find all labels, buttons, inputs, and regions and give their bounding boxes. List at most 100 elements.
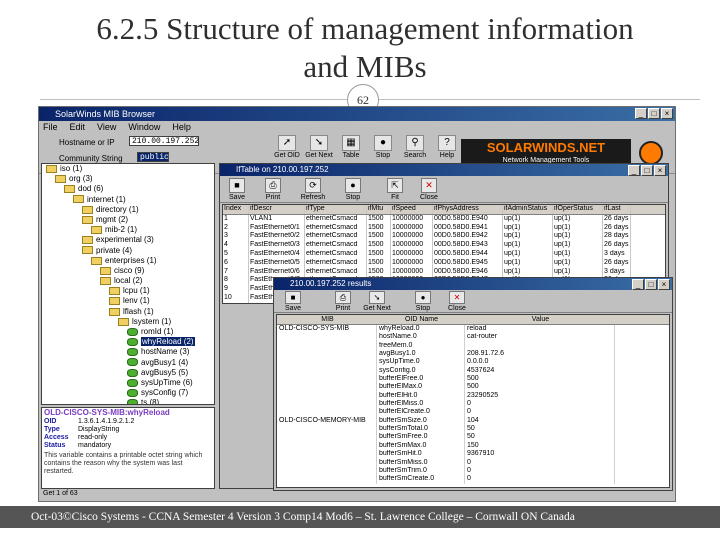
column-header[interactable]: ifDescr xyxy=(249,205,305,214)
results-stop-button[interactable]: ● Stop xyxy=(408,291,438,312)
column-header[interactable]: OID Name xyxy=(377,315,465,324)
get-oid-button[interactable]: ➚ Get OID xyxy=(273,135,301,159)
table-row[interactable]: bufferElMax.0 500 xyxy=(277,383,669,392)
table-cell: 23290525 xyxy=(465,391,615,401)
results-close-tool-button[interactable]: ✕ Close xyxy=(442,291,472,312)
iftable-stop-button[interactable]: ● Stop xyxy=(338,178,368,201)
tree-node[interactable]: lenv (1) xyxy=(42,296,214,306)
tree-node[interactable]: mgmt (2) xyxy=(42,215,214,225)
table-row[interactable]: 1 VLAN1 ethernetCsmacd 1500 10000000 00D0.58D… xyxy=(223,214,665,224)
tree-node[interactable]: sysUpTime (6) xyxy=(42,378,214,388)
column-header[interactable]: MIB xyxy=(277,315,377,324)
tree-node[interactable]: experimental (3) xyxy=(42,235,214,245)
tree-node[interactable]: romId (1) xyxy=(42,327,214,337)
results-close-button[interactable]: × xyxy=(658,279,670,290)
menu-help[interactable]: Help xyxy=(172,121,191,133)
tree-node[interactable]: iso (1) xyxy=(42,164,214,174)
tree-node-label: org (3) xyxy=(69,174,93,184)
table-row[interactable]: freeMem.0 xyxy=(277,341,669,351)
iftable-fit-button[interactable]: ⇱ Fit xyxy=(380,178,410,201)
results-minimize-button[interactable]: _ xyxy=(632,279,644,290)
menu-file[interactable]: File xyxy=(43,121,58,133)
column-header[interactable]: ifType xyxy=(305,205,367,214)
close-button[interactable]: × xyxy=(661,108,673,119)
column-header[interactable]: Value xyxy=(465,315,615,324)
tree-node[interactable]: avgBusy5 (5) xyxy=(42,368,214,378)
search-button[interactable]: ⚲ Search xyxy=(401,135,429,159)
table-row[interactable]: 6 FastEthernet0/5 ethernetCsmacd 1500 100000… xyxy=(223,258,665,268)
table-row[interactable]: bufferSmMiss.0 0 xyxy=(277,458,669,467)
iftable-maximize-button[interactable]: □ xyxy=(641,165,653,176)
table-row[interactable]: 7 FastEthernet0/6 ethernetCsmacd 1500 100000… xyxy=(223,267,665,277)
stop-icon: ● xyxy=(415,291,431,304)
table-button[interactable]: ▦ Table xyxy=(337,135,365,159)
tree-node[interactable]: mib-2 (1) xyxy=(42,225,214,235)
search-icon: ⚲ xyxy=(406,135,424,151)
menu-window[interactable]: Window xyxy=(128,121,160,133)
table-row[interactable]: bufferSmTrim.0 0 xyxy=(277,466,669,476)
minimize-button[interactable]: _ xyxy=(635,108,647,119)
table-row[interactable]: bufferSmTotal.0 50 xyxy=(277,425,669,434)
tree-node[interactable]: enterprises (1) xyxy=(42,256,214,266)
table-row[interactable]: 2 FastEthernet0/1 ethernetCsmacd 1500 100000… xyxy=(223,223,665,233)
table-row[interactable]: bufferSmHit.0 9367910 xyxy=(277,450,669,459)
maximize-button[interactable]: □ xyxy=(648,108,660,119)
table-cell: 3 days xyxy=(603,249,631,259)
table-row[interactable]: avgBusy1.0 208.91.72.6 xyxy=(277,350,669,359)
tree-node[interactable]: local (2) xyxy=(42,276,214,286)
tree-node[interactable]: org (3) xyxy=(42,174,214,184)
stop-button[interactable]: ● Stop xyxy=(369,135,397,159)
results-maximize-button[interactable]: □ xyxy=(645,279,657,290)
tree-node[interactable]: hostName (3) xyxy=(42,347,214,357)
table-row[interactable]: bufferSmMax.0 150 xyxy=(277,441,669,451)
table-row[interactable]: bufferElMiss.0 0 xyxy=(277,400,669,409)
iftable-refresh-button[interactable]: ⟳ Refresh xyxy=(298,178,328,201)
help-button[interactable]: ? Help xyxy=(433,135,461,159)
results-get-next-button[interactable]: ➘ Get Next xyxy=(362,291,392,312)
column-header[interactable]: ifOperStatus xyxy=(553,205,603,214)
table-row[interactable]: 3 FastEthernet0/2 ethernetCsmacd 1500 100000… xyxy=(223,232,665,242)
table-row[interactable]: bufferElHit.0 23290525 xyxy=(277,391,669,401)
community-input[interactable]: public xyxy=(137,152,169,162)
menu-edit[interactable]: Edit xyxy=(70,121,86,133)
tree-node[interactable]: whyReload (2) xyxy=(42,337,214,347)
tree-node[interactable]: private (4) xyxy=(42,246,214,256)
iftable-print-button[interactable]: ⎙ Print xyxy=(258,178,288,201)
tree-node[interactable]: dod (6) xyxy=(42,184,214,194)
hostname-input[interactable]: 210.00.197.252 xyxy=(129,136,199,146)
iftable-save-button[interactable]: ■ Save xyxy=(222,178,252,201)
column-header[interactable]: ifPhysAddress xyxy=(433,205,503,214)
table-row[interactable]: OLD-CISCO-MEMORY-MIB bufferSmSize.0 104 xyxy=(277,416,669,426)
menu-view[interactable]: View xyxy=(97,121,116,133)
table-row[interactable]: hostName.0 cat-router xyxy=(277,333,669,342)
column-header[interactable]: Index xyxy=(223,205,249,214)
tree-node[interactable]: lcpu (1) xyxy=(42,286,214,296)
tree-node[interactable]: lflash (1) xyxy=(42,307,214,317)
column-header[interactable]: ifSpeed xyxy=(391,205,433,214)
tree-node[interactable]: internet (1) xyxy=(42,195,214,205)
table-row[interactable]: bufferSmCreate.0 0 xyxy=(277,475,669,484)
iftable-close-button[interactable]: × xyxy=(654,165,666,176)
results-print-button[interactable]: ⎙ Print xyxy=(328,291,358,312)
table-row[interactable]: 4 FastEthernet0/3 ethernetCsmacd 1500 100000… xyxy=(223,241,665,250)
tree-node[interactable]: avgBusy1 (4) xyxy=(42,358,214,368)
column-header[interactable]: ifLast xyxy=(603,205,631,214)
table-row[interactable]: bufferElCreate.0 0 xyxy=(277,408,669,417)
column-header[interactable]: ifAdminStatus xyxy=(503,205,553,214)
iftable-close-tool-button[interactable]: ✕ Close xyxy=(414,178,444,201)
tree-node[interactable]: sysConfig (7) xyxy=(42,388,214,398)
iftable-minimize-button[interactable]: _ xyxy=(628,165,640,176)
results-save-button[interactable]: ■ Save xyxy=(278,291,308,312)
tree-node[interactable]: directory (1) xyxy=(42,205,214,215)
tree-node[interactable]: cisco (9) xyxy=(42,266,214,276)
column-header[interactable]: ifMtu xyxy=(367,205,391,214)
table-row[interactable]: 5 FastEthernet0/4 ethernetCsmacd 1500 100000… xyxy=(223,249,665,259)
table-row[interactable]: bufferSmFree.0 50 xyxy=(277,433,669,442)
table-row[interactable]: bufferElFree.0 500 xyxy=(277,375,669,384)
tree-node[interactable]: ts (8) xyxy=(42,398,214,404)
table-row[interactable]: sysUpTime.0 0.0.0.0 xyxy=(277,358,669,367)
get-next-button[interactable]: ➘ Get Next xyxy=(305,135,333,159)
table-row[interactable]: sysConfig.0 4537624 xyxy=(277,366,669,376)
tree-node[interactable]: lsystem (1) xyxy=(42,317,214,327)
table-row[interactable]: OLD-CISCO-SYS-MIB whyReload.0 reload xyxy=(277,325,669,334)
